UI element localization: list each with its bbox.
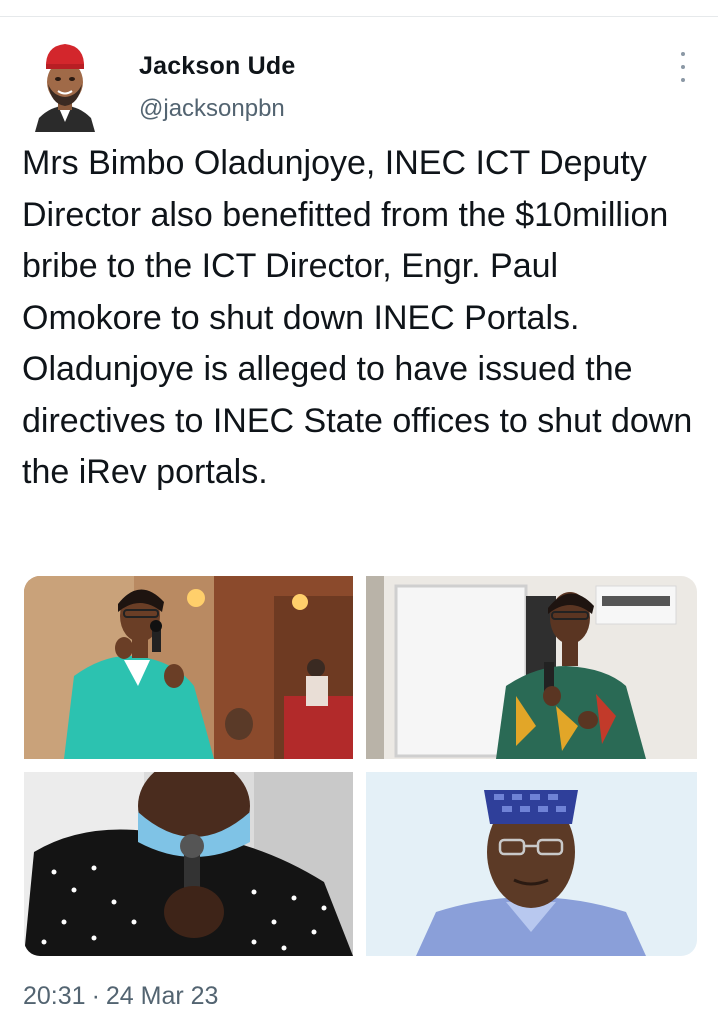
top-divider — [0, 16, 718, 17]
more-vertical-icon[interactable] — [674, 52, 692, 82]
timestamp-separator: · — [91, 982, 100, 1010]
avatar[interactable] — [33, 36, 97, 132]
tweet-time: 20:31 — [23, 982, 86, 1010]
tweet-photo[interactable] — [24, 772, 353, 956]
author-handle[interactable]: @jacksonpbn — [139, 95, 285, 123]
tweet-text: Mrs Bimbo Oladunjoye, INEC ICT Deputy Di… — [22, 144, 693, 491]
author-name[interactable]: Jackson Ude — [139, 52, 295, 81]
tweet-photo[interactable] — [366, 772, 697, 956]
tweet-timestamp[interactable]: 20:31 · 24 Mar 23 — [23, 982, 218, 1011]
tweet-date: 24 Mar 23 — [105, 982, 219, 1010]
tweet-photo[interactable] — [24, 576, 353, 759]
tweet-photo[interactable] — [366, 576, 697, 759]
